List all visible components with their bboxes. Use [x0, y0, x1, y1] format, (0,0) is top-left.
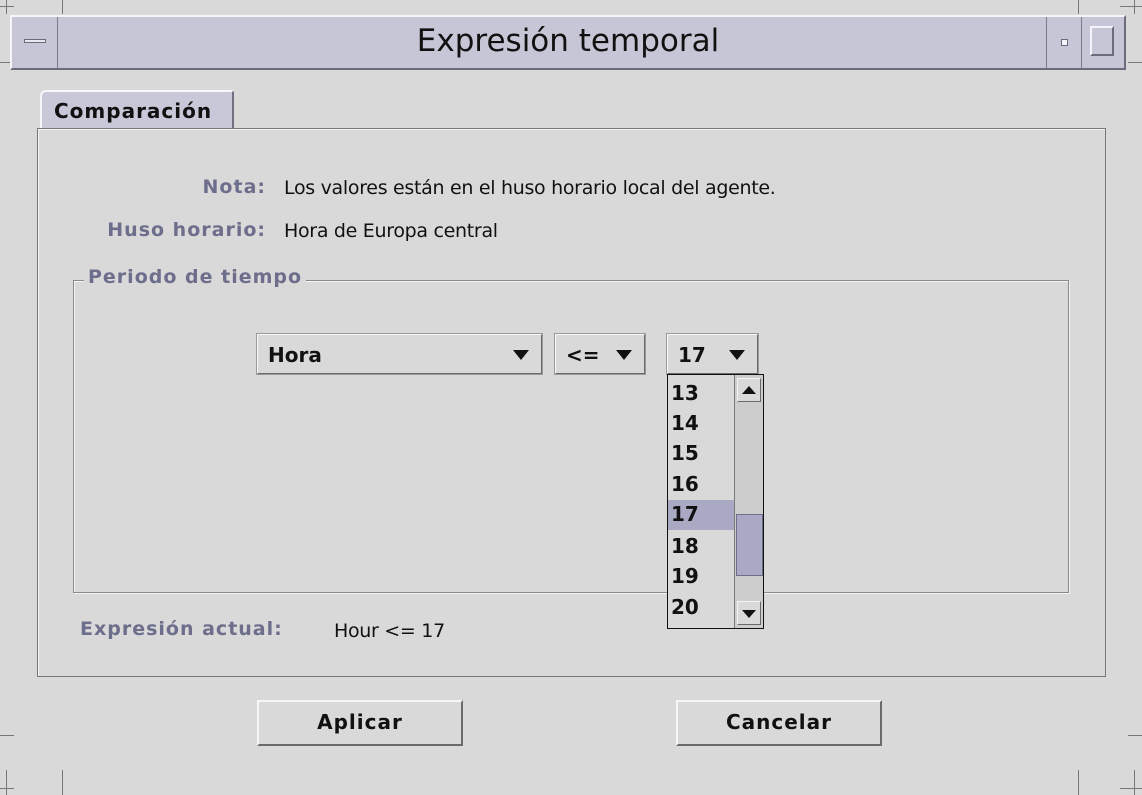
tab-label: Comparación: [54, 99, 213, 123]
frame-tick: [1128, 62, 1142, 63]
apply-button[interactable]: Aplicar: [257, 700, 463, 746]
scroll-up-arrow-icon[interactable]: [737, 378, 761, 402]
note-value: Los valores están en el huso horario loc…: [284, 177, 776, 199]
current-expression-label: Expresión actual:: [80, 618, 283, 640]
field-select[interactable]: Hora: [257, 334, 542, 374]
option-17[interactable]: 17: [668, 500, 734, 530]
scrollbar-thumb[interactable]: [736, 514, 763, 576]
option-13[interactable]: 13: [668, 379, 734, 409]
option-19[interactable]: 19: [668, 562, 734, 592]
option-15[interactable]: 15: [668, 439, 734, 469]
time-period-group: [73, 280, 1069, 593]
dropdown-scrollbar[interactable]: [734, 375, 763, 628]
scroll-down-arrow-icon[interactable]: [737, 601, 761, 625]
title-bar[interactable]: Expresión temporal: [10, 15, 1126, 70]
frame-edge-right-top: [1134, 0, 1135, 14]
current-expression-value: Hour <= 17: [334, 620, 445, 642]
field-select-value: Hora: [268, 343, 322, 367]
minimize-button[interactable]: [1046, 17, 1082, 68]
frame-edge-bottom-left: [0, 788, 14, 789]
frame-edge-top-right: [1120, 6, 1142, 7]
value-options: 13 14 15 16 17 18 19 20: [668, 375, 734, 628]
value-select-value: 17: [678, 343, 706, 367]
frame-tick: [1078, 770, 1079, 795]
frame-edge-top-left: [0, 6, 14, 7]
operator-select-value: <=: [566, 343, 600, 367]
frame-edge-left-top: [6, 0, 7, 14]
option-18[interactable]: 18: [668, 532, 734, 562]
chevron-down-icon: [729, 350, 745, 360]
frame-tick: [62, 0, 63, 14]
option-16[interactable]: 16: [668, 470, 734, 500]
frame-tick: [62, 770, 63, 795]
note-label: Nota:: [202, 176, 266, 198]
timezone-label: Huso horario:: [107, 219, 266, 241]
frame-edge-bottom-right: [1120, 788, 1142, 789]
timezone-value: Hora de Europa central: [284, 220, 498, 242]
frame-tick: [1078, 0, 1079, 14]
value-select[interactable]: 17: [667, 334, 758, 374]
chevron-down-icon: [513, 350, 529, 360]
dialog-window: Expresión temporal Comparación Nota: Los…: [0, 0, 1142, 795]
chevron-down-icon: [616, 350, 632, 360]
option-20[interactable]: 20: [668, 593, 734, 623]
maximize-button[interactable]: [1082, 17, 1124, 68]
maximize-icon: [1090, 26, 1114, 56]
tab-comparacion[interactable]: Comparación: [40, 90, 234, 130]
frame-tick: [0, 735, 14, 736]
frame-edge-right-bottom: [1134, 770, 1135, 795]
cancel-button[interactable]: Cancelar: [676, 700, 882, 746]
window-title: Expresión temporal: [416, 23, 720, 59]
minimize-icon: [1061, 39, 1068, 46]
frame-edge-left-bottom: [6, 770, 7, 795]
frame-tick: [1128, 735, 1142, 736]
operator-select[interactable]: <=: [555, 334, 645, 374]
option-14[interactable]: 14: [668, 409, 734, 439]
time-period-group-title: Periodo de tiempo: [84, 266, 307, 288]
value-dropdown-list[interactable]: 13 14 15 16 17 18 19 20: [667, 374, 764, 629]
